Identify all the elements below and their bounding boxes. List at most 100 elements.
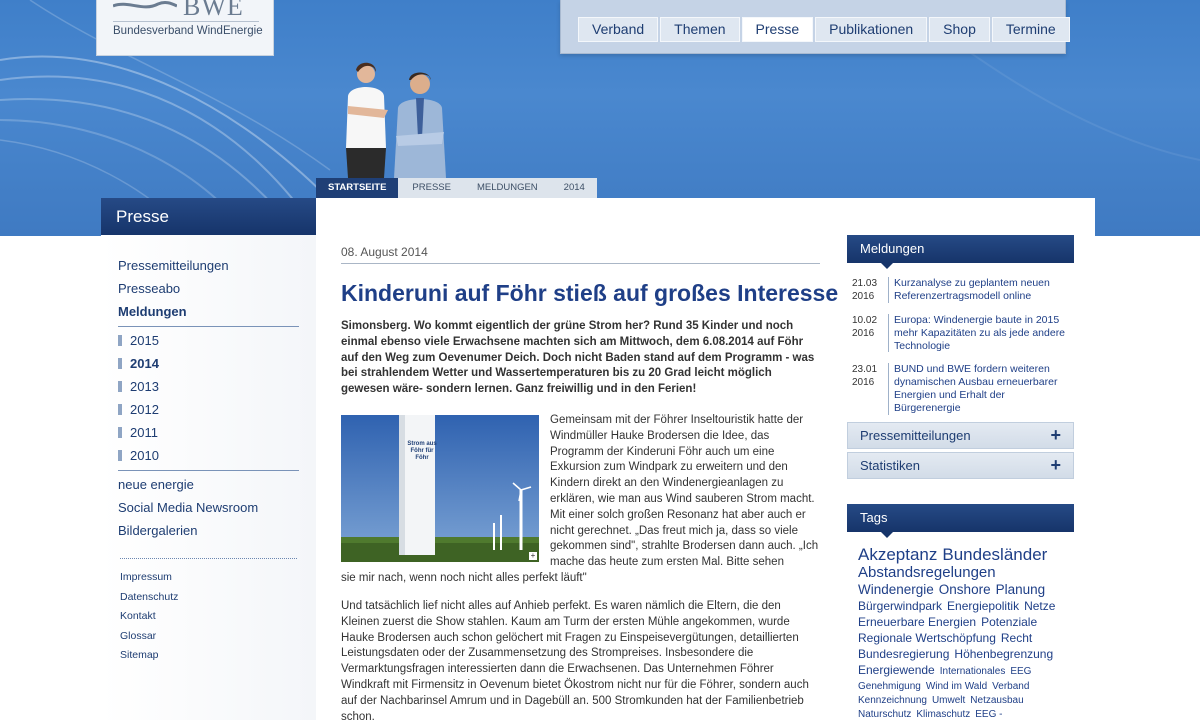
tag-link[interactable]: Bundesländer [942,545,1047,564]
tag-link[interactable]: Netze [1024,599,1055,613]
breadcrumb-2014[interactable]: 2014 [549,178,597,198]
tag-link[interactable]: Klimaschutz [916,709,970,720]
sidebar-year-label: 2014 [130,356,159,371]
year-marker-icon [118,450,122,461]
nav-tab-presse[interactable]: Presse [741,17,814,42]
sidebar-year-2014[interactable]: 2014 [118,355,299,378]
plus-icon[interactable]: + [1050,453,1061,478]
nav-tab-termine[interactable]: Termine [991,17,1070,42]
wind-turbine-image [341,415,539,562]
accordion-label: Statistiken [860,458,920,473]
footer-link-glossar[interactable]: Glossar [118,628,299,648]
tower-lettering: Strom aus Föhr für Föhr [407,441,437,461]
logo-tagline: Bundesverband WindEnergie [113,25,263,37]
breadcrumb: STARTSEITE PRESSE MELDUNGEN 2014 [316,178,597,198]
accordion-pressemitteilungen[interactable]: Pressemitteilungen + [847,422,1074,449]
logo-wordmark: BWE [183,0,244,21]
news-date-day: 21.03 [852,278,878,289]
sidebar-item-pressemitteilungen[interactable]: Pressemitteilungen [118,257,299,280]
tag-link[interactable]: Wind im Wald [926,681,987,692]
tag-link[interactable]: Onshore [939,582,991,597]
news-date: 21.03 2016 [848,277,882,303]
tag-link[interactable]: Akzeptanz [858,545,937,564]
tag-link[interactable]: Genehmigung [858,681,921,692]
footer-link-datenschutz[interactable]: Datenschutz [118,589,299,609]
tag-link[interactable]: Verband [992,681,1029,692]
tag-link[interactable]: Planung [996,582,1046,597]
news-item[interactable]: 10.02 2016 Europa: Windenergie baute in 2… [848,314,1076,353]
year-marker-icon [118,335,122,346]
news-item[interactable]: 21.03 2016 Kurzanalyse zu geplantem neuen… [848,277,1076,303]
news-date-day: 23.01 [852,364,878,376]
sidebar-year-2012[interactable]: 2012 [118,401,299,424]
tag-link[interactable]: Internationales [940,666,1006,677]
bwe-logo[interactable]: BWE Bundesverband WindEnergie [96,0,274,56]
news-date-year: 2016 [852,377,875,389]
tag-link[interactable]: Erneuerbare Energien [858,615,976,629]
article-date: 08. August 2014 [341,245,428,259]
article-paragraph: sie mir nach, wenn noch nicht alles perf… [341,572,587,584]
nav-tab-publikationen[interactable]: Publikationen [815,17,928,42]
sidebar-item-neue-energie[interactable]: neue energie [118,476,299,499]
tag-link[interactable]: Windenergie [858,582,934,597]
sidebar-year-label: 2012 [130,402,159,417]
plus-icon[interactable]: + [1050,423,1061,448]
footer-link-impressum[interactable]: Impressum [118,569,299,589]
news-divider [888,277,889,303]
tag-link[interactable]: Energiepolitik [947,599,1019,613]
article-title: Kinderuni auf Föhr stieß auf großes Inte… [341,280,839,306]
sidebar-year-2011[interactable]: 2011 [118,424,299,447]
tag-link[interactable]: Bürgerwindpark [858,599,942,613]
news-date: 10.02 2016 [848,314,882,352]
sidebar-year-2013[interactable]: 2013 [118,378,299,401]
tag-link[interactable]: Umwelt [932,695,965,706]
news-item[interactable]: 23.01 2016 BUND und BWE fordern weiteren … [848,363,1076,415]
breadcrumb-startseite[interactable]: STARTSEITE [316,178,399,198]
news-link[interactable]: Europa: Windenergie baute in 2015 mehr K… [894,314,1074,352]
nav-tab-themen[interactable]: Themen [660,17,740,42]
year-marker-icon [118,427,122,438]
breadcrumb-meldungen[interactable]: MELDUNGEN [462,178,550,198]
logo-wave-icon [113,1,177,9]
tag-link[interactable]: Netzausbau [970,695,1023,706]
zoom-icon[interactable]: + [529,552,537,560]
news-divider [888,314,889,353]
news-link[interactable]: Kurzanalyse zu geplantem neuen Referenze… [894,277,1074,303]
year-marker-icon [118,381,122,392]
sidebar-item-social-media-newsroom[interactable]: Social Media Newsroom [118,499,299,522]
accordion-label: Pressemitteilungen [860,428,971,443]
tags-title-label: Tags [860,510,888,525]
footer-link-kontakt[interactable]: Kontakt [118,608,299,628]
sidebar-year-label: 2010 [130,448,159,463]
sidebar-item-bildergalerien[interactable]: Bildergalerien [118,522,299,545]
sidebar-year-label: 2011 [130,425,158,440]
nav-tab-verband[interactable]: Verband [578,17,659,42]
tag-link[interactable]: EEG - [975,709,1002,720]
sidebar-item-meldungen[interactable]: Meldungen [118,303,299,326]
tag-link[interactable]: Höhenbegrenzung [954,647,1053,661]
sidebar-year-2010[interactable]: 2010 [118,447,299,470]
tag-link[interactable]: Kennzeichnung [858,695,927,706]
nav-tab-shop[interactable]: Shop [929,17,990,42]
tag-link[interactable]: EEG [1010,666,1031,677]
breadcrumb-presse[interactable]: PRESSE [398,178,463,198]
tag-link[interactable]: Regionale Wertschöpfung [858,631,996,645]
accordion-statistiken[interactable]: Statistiken + [847,452,1074,479]
tag-link[interactable]: Recht [1001,631,1032,645]
sidebar-year-2015[interactable]: 2015 [118,332,299,355]
left-sidebar: Pressemitteilungen Presseabo Meldungen 2… [101,235,316,720]
article-paragraph: Und tatsächlich lief nicht alles auf Anh… [341,600,809,720]
tag-link[interactable]: Potenziale [981,615,1037,629]
news-date-day: 10.02 [852,315,878,326]
header-people-illustration [346,62,446,178]
sidebar-item-presseabo[interactable]: Presseabo [118,280,299,303]
tag-link[interactable]: Abstandsregelungen [858,564,996,581]
tag-link[interactable]: Energiewende [858,663,935,677]
footer-link-sitemap[interactable]: Sitemap [118,647,299,667]
news-link[interactable]: BUND und BWE fordern weiteren dynamische… [894,363,1074,414]
tag-link[interactable]: Naturschutz [858,709,911,720]
article-photo[interactable]: Strom aus Föhr für Föhr + [341,415,539,562]
tag-link[interactable]: Bundesregierung [858,647,949,661]
sidebar-divider [118,470,299,471]
sidebar-dotted-divider [120,558,297,559]
